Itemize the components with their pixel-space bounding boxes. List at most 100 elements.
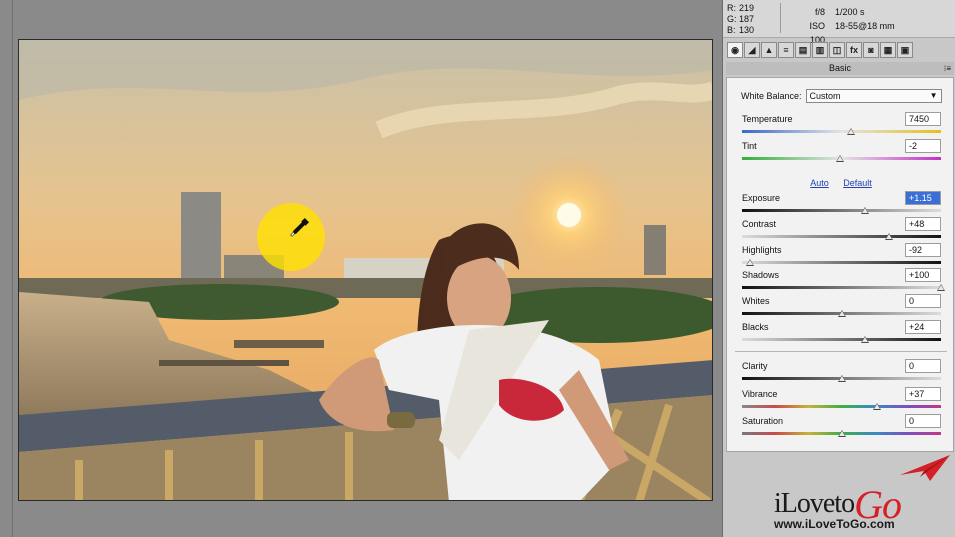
sun (557, 203, 581, 227)
blacks-label: Blacks (742, 322, 769, 332)
section-header: Basic ⁝≡ (726, 62, 954, 75)
blacks-thumb[interactable] (861, 336, 870, 343)
contrast-track[interactable] (742, 235, 941, 238)
blacks-track[interactable] (742, 338, 941, 341)
saturation-thumb[interactable] (837, 430, 846, 437)
logo-url: www.iLoveToGo.com (774, 517, 895, 531)
saturation-field[interactable]: 0 (905, 414, 941, 428)
photo-preview[interactable] (18, 39, 713, 501)
fx-icon: fx (849, 45, 858, 55)
hsl-icon: ≡ (783, 45, 789, 55)
logo-prefix: iLoveto (774, 488, 855, 519)
exposure-track[interactable] (742, 209, 941, 212)
chevron-down-icon: ▼ (929, 91, 938, 100)
section-title: Basic (828, 63, 851, 73)
contrast-thumb[interactable] (885, 233, 894, 240)
tab-detail[interactable]: ▲ (761, 42, 777, 58)
panel-tabs: ◉ ◢ ▲ ≡ ▤ ▥ ◫ fx ◙ ▦ ▣ (727, 42, 913, 59)
tab-split-toning[interactable]: ▤ (795, 42, 811, 58)
white-balance-select[interactable]: Custom ▼ (805, 89, 942, 103)
tab-basic[interactable]: ◉ (727, 42, 743, 58)
exposure-thumb[interactable] (861, 207, 870, 214)
clarity-thumb[interactable] (837, 375, 846, 382)
tab-tone-curve[interactable]: ◢ (744, 42, 760, 58)
b-value: 130 (739, 25, 755, 35)
exposure-slider: Exposure +1.15 (738, 191, 941, 217)
split-toning-icon: ▤ (798, 45, 808, 55)
iLoveToGo-logo: iLovetoGo www.iLoveToGo.com (770, 455, 950, 535)
section-divider (735, 351, 947, 352)
tint-thumb[interactable] (835, 155, 844, 162)
readout-divider (780, 3, 781, 33)
saturation-slider: Saturation 0 (738, 414, 941, 440)
rgb-readout: R: 219 G: 187 B: 130 (727, 3, 754, 36)
tab-fx[interactable]: fx (846, 42, 862, 58)
white-balance-value: Custom (809, 91, 841, 101)
sampler-highlight (257, 203, 325, 271)
presets-icon: ▦ (883, 45, 893, 55)
whites-field[interactable]: 0 (905, 294, 941, 308)
tab-hsl[interactable]: ≡ (778, 42, 794, 58)
highlights-thumb[interactable] (745, 259, 754, 266)
highlights-track[interactable] (742, 261, 941, 264)
highlights-label: Highlights (742, 245, 782, 255)
aperture-icon: ◉ (731, 45, 739, 55)
exposure-field[interactable]: +1.15 (905, 191, 941, 205)
shadows-field[interactable]: +100 (905, 268, 941, 282)
temperature-label: Temperature (742, 114, 793, 124)
g-label: G: (727, 14, 737, 24)
vibrance-field[interactable]: +37 (905, 387, 941, 401)
clarity-field[interactable]: 0 (905, 359, 941, 373)
vibrance-thumb[interactable] (873, 403, 882, 410)
auto-default-links: Auto Default (727, 178, 955, 188)
detail-icon: ▲ (764, 45, 774, 55)
shadows-track[interactable] (742, 286, 941, 289)
default-link[interactable]: Default (843, 178, 872, 188)
building-right (644, 225, 666, 275)
white-balance-row: White Balance: Custom ▼ (741, 89, 942, 103)
whites-thumb[interactable] (837, 310, 846, 317)
clarity-label: Clarity (742, 361, 768, 371)
image-preview-area (0, 0, 722, 537)
saturation-label: Saturation (742, 416, 784, 426)
tint-slider: Tint -2 (738, 139, 941, 165)
tab-effects[interactable]: ◫ (829, 42, 845, 58)
contrast-label: Contrast (742, 219, 777, 229)
whites-label: Whites (742, 296, 770, 306)
shadows-slider: Shadows +100 (738, 268, 945, 294)
contrast-field[interactable]: +48 (905, 217, 941, 231)
b-label: B: (727, 25, 736, 35)
vibrance-slider: Vibrance +37 (738, 387, 941, 413)
camera-calibration-icon: ◙ (868, 45, 874, 55)
panel-menu-icon[interactable]: ⁝≡ (944, 62, 951, 75)
temperature-track[interactable] (742, 130, 941, 133)
auto-link[interactable]: Auto (810, 178, 829, 188)
photo-canvas (19, 40, 712, 500)
tab-snapshots[interactable]: ▣ (897, 42, 913, 58)
dock (159, 360, 289, 366)
white-balance-label: White Balance: (741, 91, 802, 101)
shutter-value: 1/200 s (835, 7, 865, 17)
paper-plane-icon (900, 455, 950, 481)
tint-field[interactable]: -2 (905, 139, 941, 153)
exposure-label: Exposure (742, 193, 781, 203)
tab-lens[interactable]: ▥ (812, 42, 828, 58)
pier (234, 340, 324, 348)
whites-slider: Whites 0 (738, 294, 941, 320)
temperature-thumb[interactable] (847, 128, 856, 135)
tower-building (181, 192, 221, 278)
preview-edge-line (12, 0, 13, 537)
tab-presets[interactable]: ▦ (880, 42, 896, 58)
effects-icon: ◫ (832, 45, 842, 55)
tab-camera-calibration[interactable]: ◙ (863, 42, 879, 58)
shadows-label: Shadows (742, 270, 780, 280)
shadows-thumb[interactable] (937, 284, 945, 291)
highlights-field[interactable]: -92 (905, 243, 941, 257)
vibrance-label: Vibrance (742, 389, 778, 399)
blacks-field[interactable]: +24 (905, 320, 941, 334)
g-value: 187 (739, 14, 755, 24)
temperature-field[interactable]: 7450 (905, 112, 941, 126)
vibrance-track[interactable] (742, 405, 941, 408)
r-label: R: (727, 3, 736, 13)
aperture-value: f/8 (814, 7, 825, 17)
